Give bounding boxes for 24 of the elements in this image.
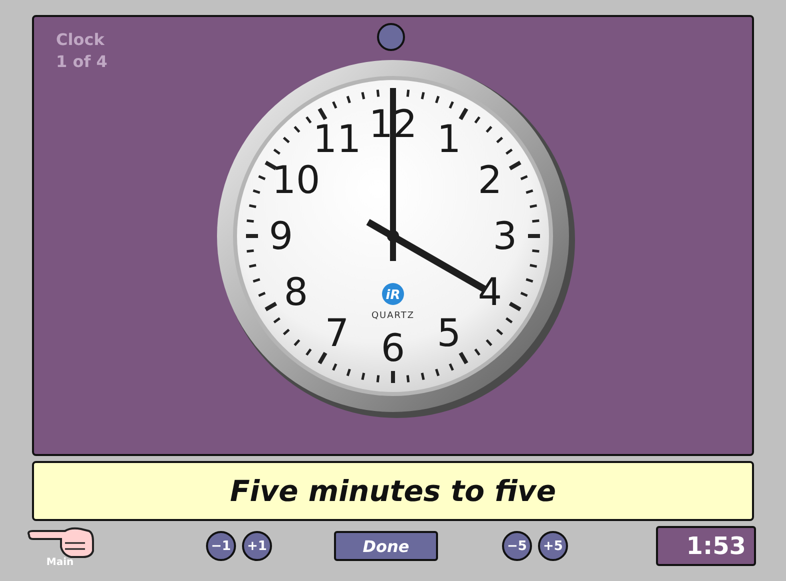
clock-numeral: 2 (478, 158, 502, 202)
adjust-button[interactable]: −5 (502, 531, 532, 561)
clock-numeral: 7 (324, 310, 350, 354)
logo-mark: iR (386, 288, 400, 302)
adjust-button[interactable]: −1 (206, 531, 236, 561)
clock-numeral: 8 (284, 270, 308, 314)
activity-title: Clock (56, 29, 106, 51)
adjust-button[interactable]: +5 (538, 531, 568, 561)
knob-icon (377, 23, 405, 51)
logo-icon (382, 282, 404, 304)
clock-numeral: 5 (436, 310, 462, 354)
pointing-hand-icon[interactable] (25, 524, 95, 558)
page-counter: 1 of 4 (56, 51, 108, 73)
timer-display: 1:53 (656, 526, 756, 566)
time-caption: Five minutes to five (32, 461, 754, 521)
clock-numeral: 3 (492, 214, 518, 258)
clock-numeral: 9 (268, 214, 294, 258)
clock-numeral: 6 (380, 326, 406, 370)
clock-numeral: 11 (312, 116, 362, 160)
clock-numeral: 1 (436, 116, 462, 160)
adjust-button[interactable]: +1 (242, 531, 272, 561)
brand-label: QUARTZ (371, 310, 415, 320)
done-button[interactable]: Done (334, 531, 438, 561)
clock-numeral: 10 (272, 158, 320, 202)
